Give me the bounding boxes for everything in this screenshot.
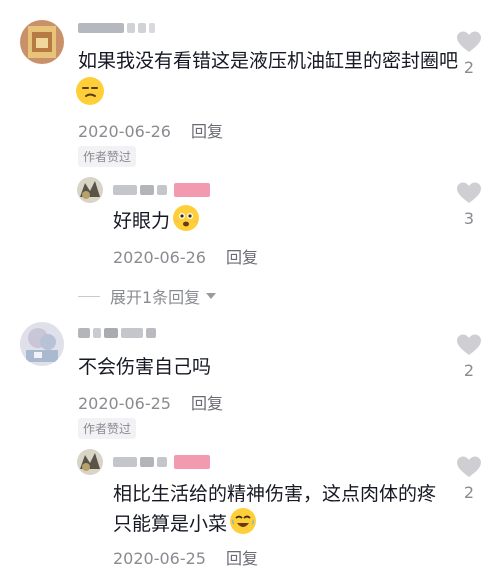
reply-username-blurred[interactable] xyxy=(113,183,210,197)
reply-date: 2020-06-26 xyxy=(113,248,206,267)
reply-date: 2020-06-25 xyxy=(113,549,206,568)
avatar[interactable] xyxy=(20,20,64,64)
reply-avatar[interactable] xyxy=(77,177,103,203)
reply-text-line2: 只能算是小菜 xyxy=(113,508,257,539)
heart-icon xyxy=(457,182,481,203)
reply-like-button[interactable]: 3 xyxy=(454,181,484,228)
comment-meta: 2020-06-26 回复 xyxy=(78,118,223,142)
avatar[interactable] xyxy=(20,322,64,366)
reply-meta: 2020-06-25 回复 xyxy=(113,545,258,569)
expand-replies-button[interactable]: 展开1条回复 xyxy=(78,284,218,308)
reply-button[interactable]: 回复 xyxy=(226,248,258,267)
like-count: 3 xyxy=(463,209,475,228)
like-count: 2 xyxy=(463,483,475,502)
reply-like-button[interactable]: 2 xyxy=(454,455,484,502)
author-liked-badge: 作者赞过 xyxy=(78,146,137,167)
like-count: 2 xyxy=(463,58,475,77)
amazed-face-icon xyxy=(173,205,200,231)
unamused-face-icon xyxy=(76,77,104,105)
reply-text: 相比生活给的精神伤害，这点肉体的疼 xyxy=(113,483,437,505)
comment-emoji-line xyxy=(76,77,104,110)
comment-text: 如果我没有看错这是液压机油缸里的密封圈吧 xyxy=(78,50,459,72)
username-blurred[interactable] xyxy=(78,326,156,340)
like-button[interactable]: 2 xyxy=(454,333,484,380)
like-count: 2 xyxy=(463,361,475,380)
author-liked-badge: 作者赞过 xyxy=(78,418,137,439)
reply-button[interactable]: 回复 xyxy=(226,549,258,568)
reply-text: 好眼力 xyxy=(113,205,200,236)
reply-button[interactable]: 回复 xyxy=(191,394,223,413)
comment-date: 2020-06-26 xyxy=(78,122,171,141)
like-button[interactable]: 2 xyxy=(454,30,484,77)
heart-icon xyxy=(457,334,481,355)
username-blurred[interactable] xyxy=(78,21,155,35)
reply-username-blurred[interactable] xyxy=(113,455,210,469)
heart-icon xyxy=(457,456,481,477)
caret-down-icon xyxy=(206,293,217,299)
reply-button[interactable]: 回复 xyxy=(191,122,223,141)
expand-replies-label: 展开1条回复 xyxy=(110,288,201,307)
comment-text: 不会伤害自己吗 xyxy=(78,356,212,378)
comment-date: 2020-06-25 xyxy=(78,394,171,413)
reply-avatar[interactable] xyxy=(77,449,103,475)
laughing-crying-face-icon xyxy=(230,508,257,534)
comment-meta: 2020-06-25 回复 xyxy=(78,390,223,414)
heart-icon xyxy=(457,31,481,52)
reply-meta: 2020-06-26 回复 xyxy=(113,244,258,268)
divider-line xyxy=(78,295,100,297)
